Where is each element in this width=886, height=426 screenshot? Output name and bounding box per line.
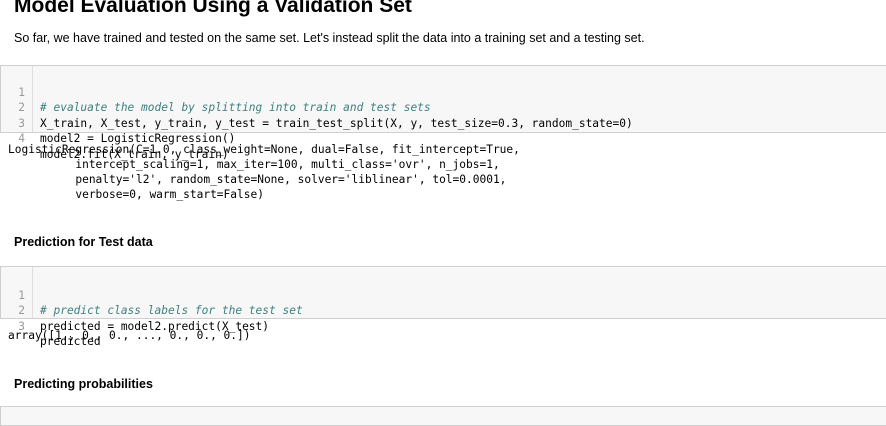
section-title-prediction-test: Prediction for Test data [14,235,153,249]
code-line[interactable]: 2 predicted = model2.predict(X_test) [1,288,886,333]
code-cell-2[interactable]: 1 # predict class labels for the test se… [0,266,886,349]
code-line[interactable]: 2 X_train, X_test, y_train, y_test = tra… [1,85,886,130]
cell-output-1: LogisticRegression(C=1.0, class_weight=N… [8,143,520,201]
section-title-predicting-probabilities: Predicting probabilities [14,377,153,391]
code-line[interactable]: 1 # evaluate the model by splitting into… [1,69,886,115]
code-line[interactable]: 3 model2 = LogisticRegression() [1,100,886,146]
code-cell-1[interactable]: 1 # evaluate the model by splitting into… [0,65,886,161]
code-cell-3[interactable] [0,406,886,426]
intro-paragraph: So far, we have trained and tested on th… [14,31,645,45]
cell-output-2: array([1., 0., 0., ..., 0., 0., 0.]) [8,329,251,342]
code-line[interactable]: 3 predicted [1,303,886,349]
section-title-model-evaluation: Model Evaluation Using a Validation Set [14,0,412,17]
code-line[interactable]: 4 model2.fit(X_train, y_train) [1,116,886,161]
code-line[interactable]: 1 # predict class labels for the test se… [1,272,886,318]
